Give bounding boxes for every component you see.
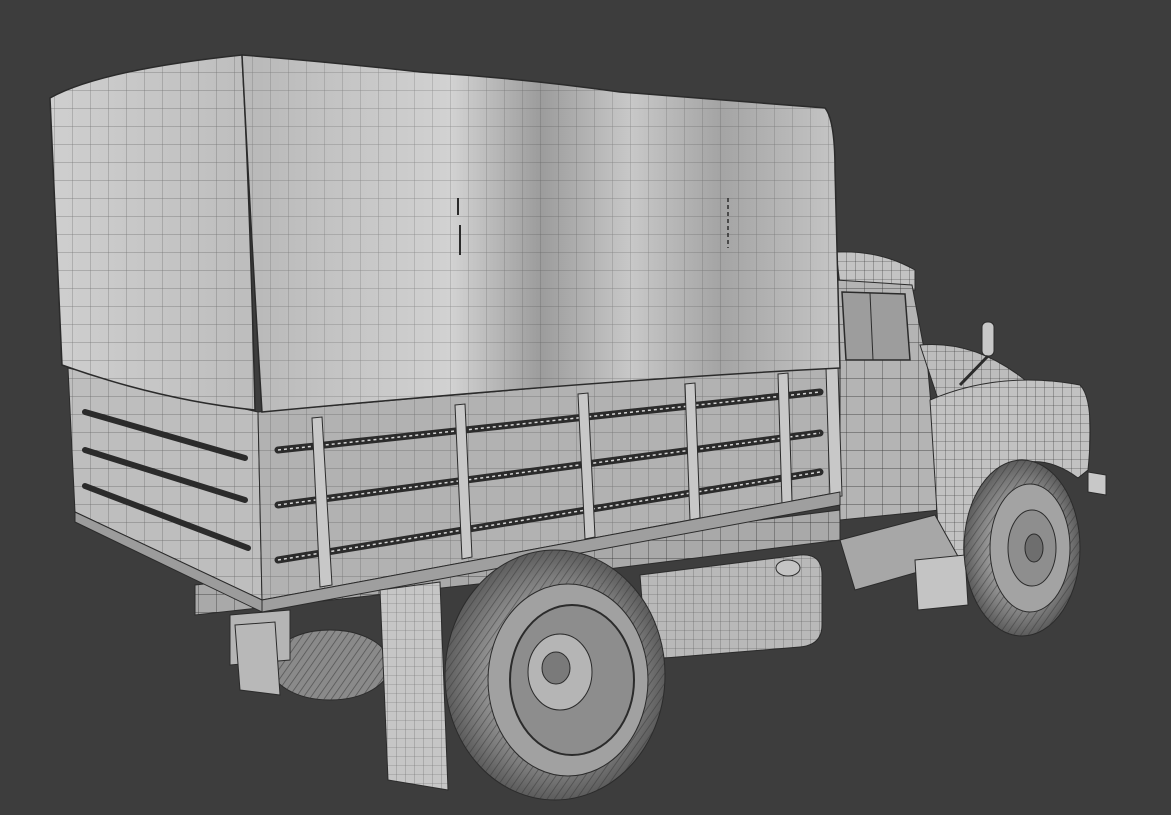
fuel-tank [639,554,823,659]
canvas-tarp [49,54,841,413]
front-wheel [963,459,1081,637]
rear-wheel [444,549,666,801]
3d-viewport[interactable] [0,0,1171,815]
mud-flap [379,581,449,791]
truck-model [49,54,1107,801]
